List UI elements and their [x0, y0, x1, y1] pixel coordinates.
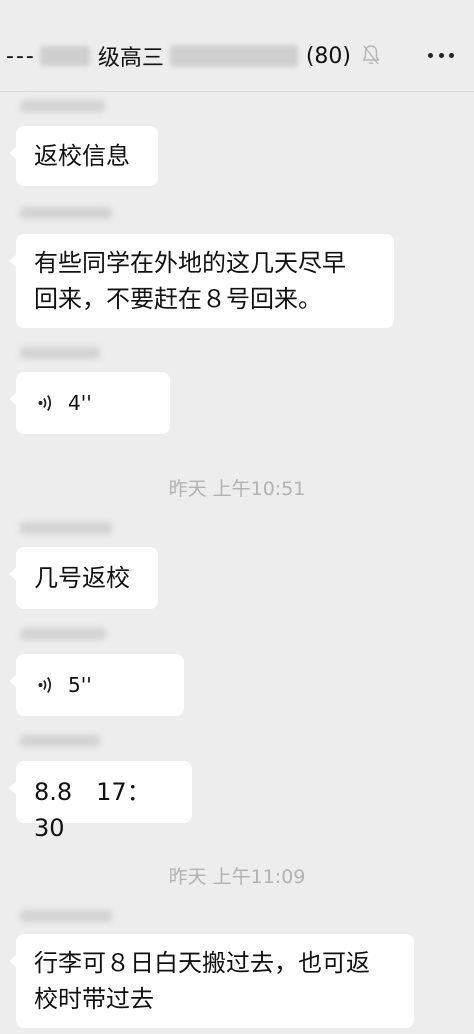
sender-name-redacted [20, 100, 105, 112]
message-bubble[interactable]: 行李可８日白天搬过去，也可返 校时带过去 [9, 934, 414, 1028]
message-text: 几号返校 [34, 564, 130, 592]
more-dots-icon[interactable] [428, 52, 454, 58]
header-divider [0, 91, 474, 92]
sender-name-redacted [20, 347, 100, 359]
message-text-line: 行李可８日白天搬过去，也可返 [34, 949, 370, 977]
title-prefix: --- [6, 43, 36, 69]
chat-title[interactable]: --- 级高三 (80) [0, 40, 351, 72]
voice-duration: 4'' [68, 391, 92, 415]
member-count: (80) [305, 43, 352, 69]
message-bubble[interactable]: 有些同学在外地的这几天尽早 回来，不要赶在８号回来。 [9, 234, 394, 328]
bell-off-icon [362, 45, 380, 65]
message-text: 返校信息 [34, 142, 130, 170]
message-bubble[interactable]: 返校信息 [9, 126, 158, 186]
sender-name-redacted [20, 910, 112, 922]
sender-name-redacted [20, 207, 112, 219]
sender-name-redacted [20, 522, 112, 534]
sender-name-redacted [20, 735, 100, 747]
voice-message-bubble[interactable]: 4'' [9, 372, 170, 434]
voice-wave-icon [38, 677, 52, 693]
redacted-title-part [39, 46, 90, 66]
message-timestamp: 昨天 上午10:51 [168, 478, 306, 500]
voice-message-bubble[interactable]: 5'' [9, 654, 184, 716]
chat-header: --- 级高三 (80) [0, 0, 474, 92]
voice-duration: 5'' [68, 673, 92, 697]
message-text-line: 有些同学在外地的这几天尽早 [34, 249, 346, 277]
message-text: 8.8 17：30 [34, 778, 151, 842]
voice-wave-icon [38, 395, 52, 411]
message-bubble[interactable]: 几号返校 [9, 547, 158, 609]
message-bubble[interactable]: 8.8 17：30 [9, 761, 192, 842]
title-grade: 级高三 [97, 46, 164, 71]
redacted-title-part [169, 45, 298, 67]
message-timestamp: 昨天 上午11:09 [168, 866, 306, 888]
message-text-line: 回来，不要赶在８号回来。 [34, 285, 322, 313]
message-text-line: 校时带过去 [34, 985, 154, 1013]
sender-name-redacted [20, 628, 106, 640]
